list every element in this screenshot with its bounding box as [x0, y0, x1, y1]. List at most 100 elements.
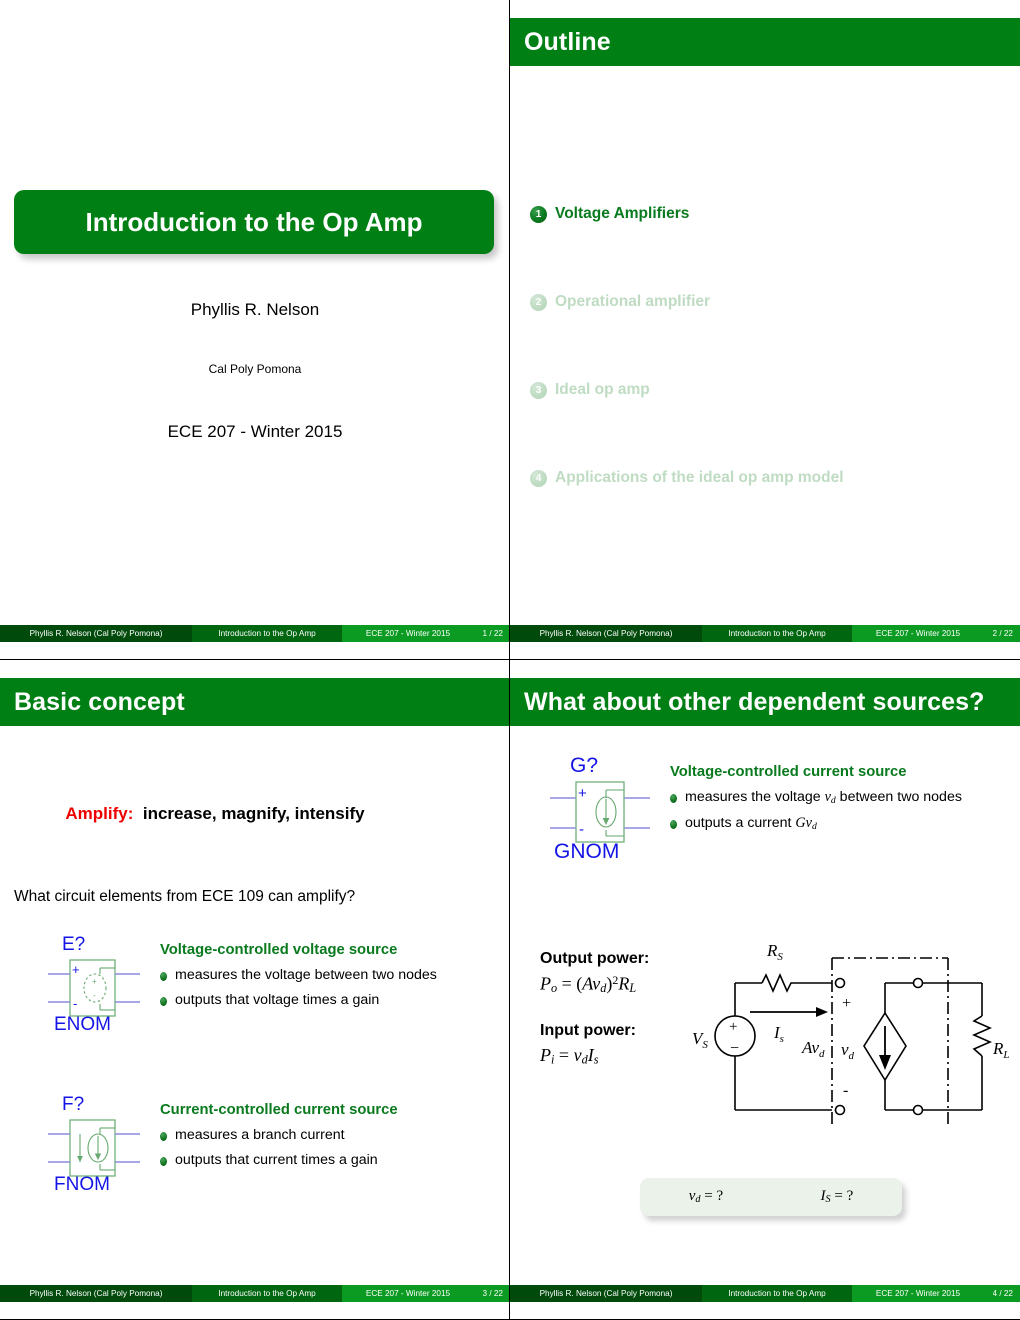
- cccs-symbol: F? FNOM: [48, 1094, 158, 1198]
- footer-bar-4: Phyllis R. Nelson (Cal Poly Pomona) Intr…: [510, 1285, 1020, 1302]
- footer-course: ECE 207 - Winter 2015 1 / 22: [342, 625, 510, 642]
- footer-page-number: 2 / 22: [992, 629, 1014, 638]
- footer-course: ECE 207 - Winter 2015 3 / 22: [342, 1285, 510, 1302]
- vcvs-ref-label: E?: [62, 934, 86, 955]
- bullet-dot-icon: [670, 794, 677, 803]
- vccs-ref-label: G?: [570, 754, 599, 777]
- amplify-text: increase, magnify, intensify: [142, 804, 365, 823]
- vcvs-bullet-2: outputs that voltage times a gain: [160, 992, 500, 1008]
- horizontal-slide-divider: [0, 659, 1020, 660]
- svg-text:Is: Is: [773, 1023, 784, 1045]
- cccs-bullet-1: measures a branch current: [160, 1127, 500, 1143]
- slide-4-header: What about other dependent sources?: [510, 678, 1020, 726]
- cccs-bullet-text: measures a branch current: [175, 1127, 345, 1143]
- output-power-label: Output power:: [540, 950, 650, 967]
- outline-list: 1 Voltage Amplifiers 2 Operational ampli…: [530, 170, 1000, 522]
- question-callout: vd = ? IS = ?: [640, 1178, 902, 1216]
- outline-number-badge: 2: [530, 293, 547, 311]
- cccs-group-title: Current-controlled current source: [160, 1102, 398, 1118]
- ece109-question: What circuit elements from ECE 109 can a…: [14, 888, 356, 905]
- bullet-dot-icon: [160, 1132, 167, 1141]
- page-title: Introduction to the Op Amp: [85, 206, 423, 237]
- vcvs-glyph: + - + -: [48, 959, 140, 1017]
- outline-item-label: Ideal op amp: [555, 381, 650, 398]
- footer-course: ECE 207 - Winter 2015 2 / 22: [852, 625, 1020, 642]
- svg-text:-: -: [843, 1082, 848, 1099]
- cccs-bullet-text: outputs that current times a gain: [175, 1152, 378, 1169]
- vccs-bullet-text-2: outputs a current Gvd: [685, 815, 817, 833]
- presentation-title-box: Introduction to the Op Amp: [14, 190, 494, 254]
- svg-text:+: +: [72, 962, 80, 977]
- svg-text:+: +: [578, 785, 587, 802]
- slide-sheet: Introduction to the Op Amp Phyllis R. Ne…: [0, 0, 1020, 1320]
- bullet-dot-icon: [670, 820, 677, 830]
- cccs-bullet-2: outputs that current times a gain: [160, 1152, 500, 1168]
- footer-bar-3: Phyllis R. Nelson (Cal Poly Pomona) Intr…: [0, 1285, 510, 1302]
- author-name: Phyllis R. Nelson: [190, 300, 320, 319]
- vccs-group-title: Voltage-controlled current source: [670, 764, 907, 780]
- slide-2-header: Outline: [510, 18, 1020, 66]
- slide-2-header-title: Outline: [524, 27, 611, 56]
- footer-title: Introduction to the Op Amp: [192, 1285, 342, 1302]
- output-power-block: Output power: Po = (Avd)2RL: [540, 950, 649, 996]
- callout-is: IS = ?: [820, 1188, 854, 1206]
- outline-number-badge: 3: [530, 381, 547, 399]
- outline-number-badge: 4: [530, 469, 547, 487]
- svg-text:+: +: [842, 995, 851, 1012]
- slide-4-header-title: What about other dependent sources?: [524, 687, 985, 716]
- slide-2-outline: Outline 1 Voltage Amplifiers 2 Operation…: [510, 0, 1020, 642]
- footer-author: Phyllis R. Nelson (Cal Poly Pomona): [510, 625, 702, 642]
- amplifier-circuit-diagram: + − + - RS Is VS vd Avd RL: [692, 941, 1010, 1124]
- footer-page-number: 4 / 22: [992, 1289, 1014, 1298]
- slide-3-header: Basic concept: [0, 678, 510, 726]
- svg-text:+: +: [729, 1019, 737, 1035]
- footer-page-number: 3 / 22: [482, 1289, 504, 1298]
- svg-text:RS: RS: [766, 941, 783, 963]
- vccs-symbol: G? GNOM + -: [550, 754, 670, 868]
- bullet-dot-icon: [160, 1157, 167, 1167]
- vcvs-bullet-text: measures the voltage between two nodes: [175, 967, 437, 983]
- vccs-glyph: + -: [550, 781, 650, 843]
- footer-title: Introduction to the Op Amp: [702, 625, 852, 642]
- cccs-group: Current-controlled current source measur…: [160, 1102, 500, 1169]
- svg-text:−: −: [730, 1040, 739, 1057]
- amplify-line: Amplify: increase, magnify, intensify: [0, 804, 430, 824]
- footer-bar-2: Phyllis R. Nelson (Cal Poly Pomona) Intr…: [510, 625, 1020, 642]
- vccs-bullet-text-1: measures the voltage vd between two node…: [685, 789, 962, 807]
- vccs-bullet-2: outputs a current Gvd: [670, 815, 1020, 832]
- outline-item-label: Operational amplifier: [555, 293, 711, 310]
- footer-course: ECE 207 - Winter 2015 4 / 22: [852, 1285, 1020, 1302]
- footer-author: Phyllis R. Nelson (Cal Poly Pomona): [0, 625, 192, 642]
- outline-item-label: Voltage Amplifiers: [555, 205, 690, 222]
- outline-item-4[interactable]: 4 Applications of the ideal op amp model: [530, 434, 1000, 522]
- outline-item-3[interactable]: 3 Ideal op amp: [530, 346, 1000, 434]
- output-power-equation: Po = (Avd)2RL: [540, 973, 637, 996]
- vccs-group: Voltage-controlled current source measur…: [670, 764, 1020, 832]
- amplify-label: Amplify:: [65, 804, 134, 823]
- input-power-label: Input power:: [540, 1022, 636, 1039]
- svg-text:+: +: [92, 977, 97, 986]
- outline-item-1[interactable]: 1 Voltage Amplifiers: [530, 170, 1000, 258]
- footer-title: Introduction to the Op Amp: [192, 625, 342, 642]
- institution-name: Cal Poly Pomona: [208, 362, 302, 376]
- outline-item-label: Applications of the ideal op amp model: [555, 469, 844, 486]
- slide-4-dependent-sources: What about other dependent sources? G? G…: [510, 660, 1020, 1302]
- footer-author: Phyllis R. Nelson (Cal Poly Pomona): [0, 1285, 192, 1302]
- footer-page-number: 1 / 22: [482, 629, 504, 638]
- slide-3-header-title: Basic concept: [14, 687, 185, 716]
- svg-text:-: -: [73, 996, 77, 1011]
- cccs-ref-label: F?: [62, 1094, 85, 1115]
- slide-3-basic-concept: Basic concept Amplify: increase, magnify…: [0, 660, 510, 1302]
- slide-1-title: Introduction to the Op Amp Phyllis R. Ne…: [0, 0, 510, 642]
- outline-item-2[interactable]: 2 Operational amplifier: [530, 258, 1000, 346]
- vertical-slide-divider: [509, 0, 510, 1320]
- vcvs-group: Voltage-controlled voltage source measur…: [160, 942, 500, 1009]
- svg-text:vd: vd: [841, 1040, 855, 1062]
- bullet-dot-icon: [160, 972, 167, 981]
- course-label: ECE 207 - Winter 2015: [167, 422, 343, 441]
- svg-text:Avd: Avd: [801, 1038, 825, 1060]
- svg-text:-: -: [579, 821, 584, 838]
- bullet-dot-icon: [160, 997, 167, 1007]
- footer-title: Introduction to the Op Amp: [702, 1285, 852, 1302]
- svg-text:RL: RL: [992, 1039, 1010, 1061]
